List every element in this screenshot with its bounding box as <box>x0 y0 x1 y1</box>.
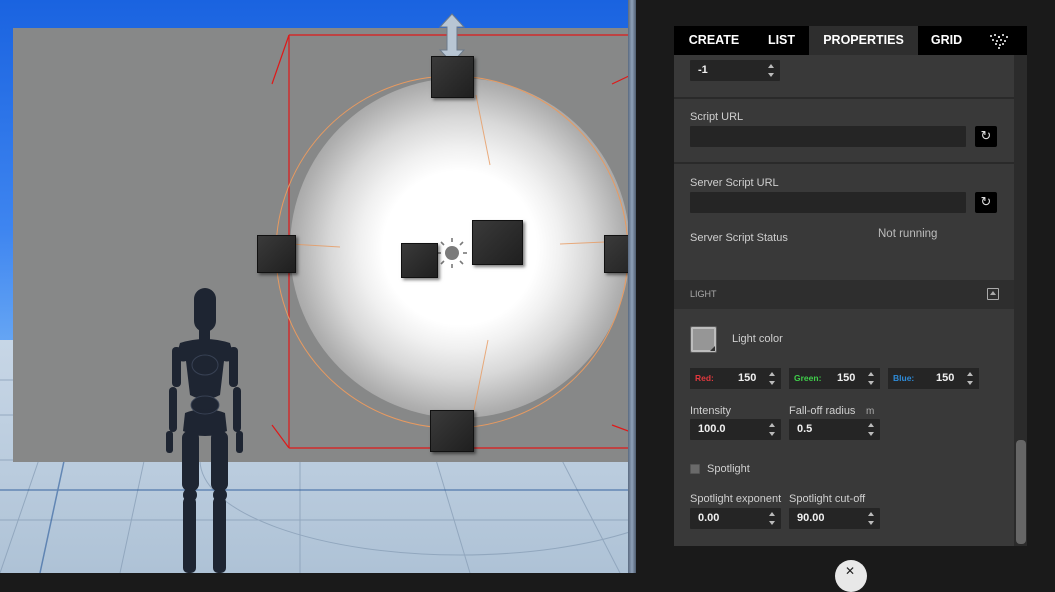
intensity-spinner[interactable] <box>768 421 778 438</box>
light-section-title: LIGHT <box>690 289 717 299</box>
red-label: Red: <box>695 373 714 383</box>
blue-label: Blue: <box>893 373 915 383</box>
red-value: 150 <box>738 372 757 384</box>
light-color-label: Light color <box>732 333 783 345</box>
handle-left[interactable] <box>257 235 296 273</box>
light-color-swatch[interactable] <box>690 326 717 353</box>
intensity-label: Intensity <box>690 405 731 417</box>
green-spinner[interactable] <box>867 370 877 387</box>
light-gizmo-overlay <box>271 13 631 449</box>
falloff-spinner[interactable] <box>867 421 877 438</box>
spotlight-cutoff-spinner[interactable] <box>867 510 877 527</box>
blue-value: 150 <box>936 372 955 384</box>
spotlight-exponent-input[interactable]: 0.00 <box>690 508 781 529</box>
tab-properties[interactable]: PROPERTIES <box>809 26 918 55</box>
spotlight-cutoff-input[interactable]: 90.00 <box>789 508 880 529</box>
top-numeric-value: -1 <box>698 64 708 76</box>
green-field[interactable]: Green: 150 <box>789 368 880 389</box>
red-spinner[interactable] <box>768 370 778 387</box>
avatar-figure <box>150 285 260 573</box>
light-section-header[interactable]: LIGHT <box>674 280 1014 309</box>
red-field[interactable]: Red: 150 <box>690 368 781 389</box>
server-script-status-label: Server Script Status <box>690 232 788 244</box>
spotlight-checkbox[interactable] <box>690 464 700 474</box>
falloff-unit: m <box>866 406 875 417</box>
falloff-value: 0.5 <box>797 423 813 435</box>
blue-field[interactable]: Blue: 150 <box>888 368 979 389</box>
falloff-input[interactable]: 0.5 <box>789 419 880 440</box>
collapse-icon[interactable] <box>987 288 999 300</box>
server-script-reload-button[interactable]: ↻ <box>975 192 997 213</box>
falloff-label: Fall-off radius <box>789 405 856 417</box>
intensity-input[interactable]: 100.0 <box>690 419 781 440</box>
spotlight-exponent-label: Spotlight exponent <box>690 493 782 505</box>
spotlight-exponent-spinner[interactable] <box>768 510 778 527</box>
spotlight-label: Spotlight <box>707 463 750 475</box>
intensity-value: 100.0 <box>698 423 726 435</box>
server-script-url-label: Server Script URL <box>690 177 779 189</box>
panel-tab-bar: CREATE LIST PROPERTIES GRID <box>674 26 1027 55</box>
green-value: 150 <box>837 372 856 384</box>
close-panel-button[interactable]: ✕ <box>835 560 867 592</box>
handle-center-large[interactable] <box>472 220 523 265</box>
handle-bottom[interactable] <box>430 410 474 452</box>
server-script-url-input[interactable] <box>690 192 966 213</box>
handle-right[interactable] <box>604 235 631 273</box>
spotlight-exponent-value: 0.00 <box>698 512 720 524</box>
top-numeric-field[interactable]: -1 <box>690 60 780 81</box>
spotlight-cutoff-value: 90.00 <box>797 512 825 524</box>
properties-content: -1 Script URL ↻ Server Script URL ↻ Serv… <box>674 55 1014 546</box>
handle-top[interactable] <box>431 56 474 98</box>
3d-viewport[interactable] <box>0 0 631 573</box>
viewport-divider[interactable] <box>628 0 636 573</box>
tab-list[interactable]: LIST <box>754 26 809 55</box>
close-icon: ✕ <box>845 564 856 578</box>
light-source-icon[interactable] <box>437 238 467 268</box>
separator <box>674 97 1014 99</box>
server-script-status-value: Not running <box>878 228 938 240</box>
properties-scroll-thumb[interactable] <box>1016 440 1026 544</box>
tab-create[interactable]: CREATE <box>674 26 754 55</box>
green-label: Green: <box>794 373 822 383</box>
separator <box>674 162 1014 164</box>
handle-center-small[interactable] <box>401 243 438 278</box>
script-url-input[interactable] <box>690 126 966 147</box>
particle-explorer-icon[interactable] <box>975 26 1027 55</box>
script-url-label: Script URL <box>690 111 744 123</box>
tab-grid[interactable]: GRID <box>918 26 975 55</box>
top-numeric-spinner[interactable] <box>767 62 777 79</box>
spotlight-cutoff-label: Spotlight cut-off <box>789 493 866 505</box>
script-url-reload-button[interactable]: ↻ <box>975 126 997 147</box>
blue-spinner[interactable] <box>966 370 976 387</box>
